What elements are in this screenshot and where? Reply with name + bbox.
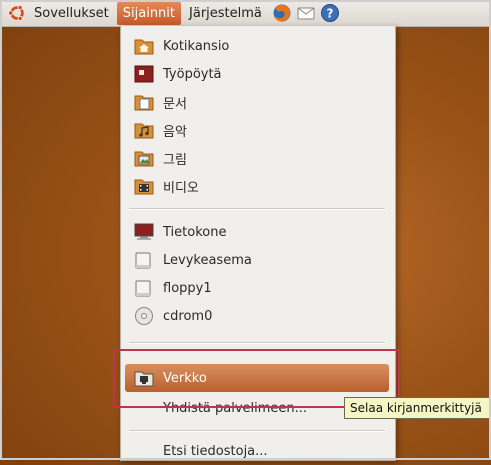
menu-item-cdrom0[interactable]: cdrom0 (125, 302, 389, 330)
menu-separator (129, 342, 385, 344)
documents-folder-icon (134, 95, 154, 111)
home-folder-icon (134, 39, 154, 55)
desktop-icon (134, 65, 154, 83)
menu-separator (129, 208, 385, 210)
menu-item-label: Kotikansio (163, 38, 230, 54)
places-menu: Kotikansio Työpöytä 문서 음악 그림 비디오 Tietoko… (120, 26, 396, 461)
menu-item-label: 문서 (163, 96, 187, 112)
menu-item-label: 그림 (163, 152, 187, 168)
floppy-icon (135, 280, 151, 297)
menu-item-label: Yhdistä palvelimeen... (163, 400, 308, 416)
menu-item-label: Työpöytä (163, 66, 222, 82)
menu-item-videos[interactable]: 비디오 (125, 172, 389, 200)
menu-item-drive[interactable]: Levykeasema (125, 246, 389, 274)
cdrom-icon (135, 307, 153, 325)
svg-text:?: ? (326, 7, 333, 21)
pictures-folder-icon (134, 151, 154, 167)
menu-item-pictures[interactable]: 그림 (125, 144, 389, 172)
menu-item-documents[interactable]: 문서 (125, 88, 389, 116)
menu-item-computer[interactable]: Tietokone (125, 218, 389, 246)
ubuntu-logo-icon[interactable] (8, 4, 26, 22)
menu-item-home[interactable]: Kotikansio (125, 32, 389, 60)
firefox-icon[interactable] (272, 3, 292, 23)
menu-item-label: 음악 (163, 124, 187, 140)
music-folder-icon (134, 123, 154, 139)
menu-places[interactable]: Sijainnit (116, 1, 182, 25)
menu-item-search-files[interactable]: Etsi tiedostoja... (125, 437, 389, 465)
menu-item-label: floppy1 (163, 280, 212, 296)
menu-item-network[interactable]: Verkko (125, 364, 389, 392)
videos-folder-icon (134, 179, 154, 195)
tooltip: Selaa kirjanmerkittyjä (344, 397, 491, 419)
mail-icon[interactable] (296, 3, 316, 23)
help-icon[interactable]: ? (320, 3, 340, 23)
top-panel: Sovellukset Sijainnit Järjestelmä ? (0, 0, 491, 27)
menu-applications[interactable]: Sovellukset (28, 2, 115, 25)
menu-item-desktop[interactable]: Työpöytä (125, 60, 389, 88)
menu-system[interactable]: Järjestelmä (183, 2, 268, 25)
menu-separator (129, 430, 385, 432)
menu-item-label: Etsi tiedostoja... (163, 443, 268, 459)
menu-item-label: 비디오 (163, 180, 199, 196)
menu-item-floppy1[interactable]: floppy1 (125, 274, 389, 302)
menu-item-label: Tietokone (163, 224, 227, 240)
menu-item-label: cdrom0 (163, 308, 213, 324)
drive-icon (135, 252, 151, 269)
menu-item-label: Verkko (163, 370, 207, 386)
menu-item-music[interactable]: 음악 (125, 116, 389, 144)
computer-icon (134, 223, 154, 240)
menu-item-label: Levykeasema (163, 252, 252, 268)
network-folder-icon (134, 371, 154, 387)
